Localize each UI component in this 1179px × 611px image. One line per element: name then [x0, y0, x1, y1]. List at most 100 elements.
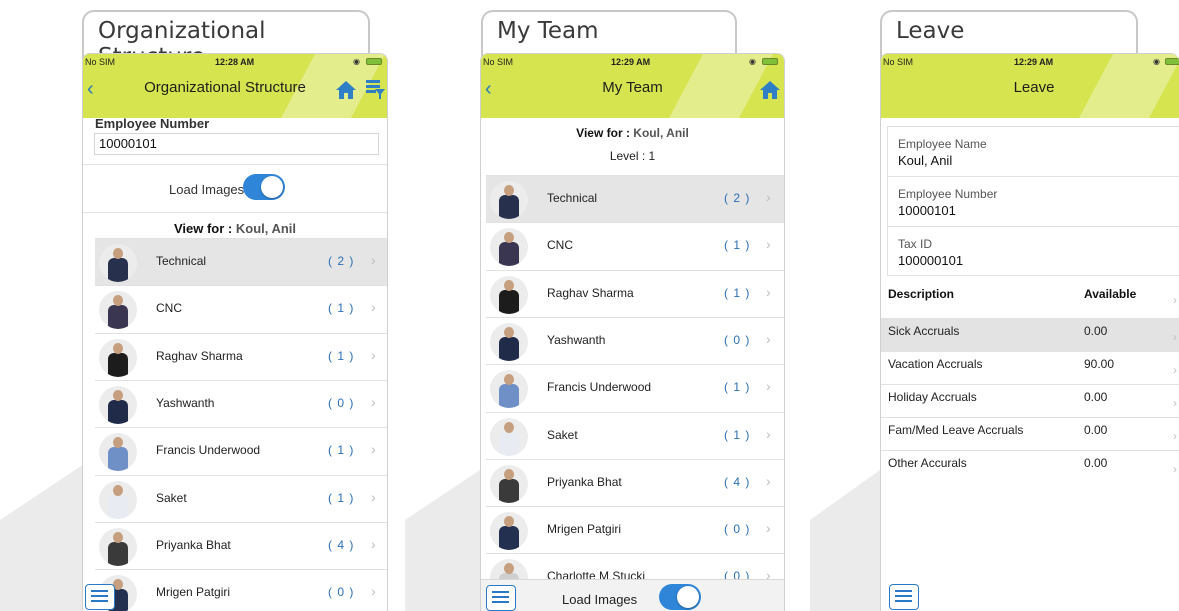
load-images-toggle[interactable] — [243, 174, 285, 200]
view-for-label: View for : — [576, 126, 630, 140]
employee-number-label: Employee Number — [898, 187, 998, 201]
status-time: 12:29 AM — [1014, 57, 1054, 67]
employee-name: Saket — [156, 490, 187, 505]
home-icon[interactable] — [759, 80, 781, 100]
avatar — [99, 338, 137, 377]
leave-description: Sick Accruals — [888, 324, 960, 338]
report-count: ( 1 ) — [724, 285, 751, 300]
tax-id-label: Tax ID — [898, 237, 933, 251]
menu-line — [91, 600, 108, 602]
leave-available: 0.00 — [1084, 456, 1108, 470]
menu-line — [895, 590, 912, 592]
chevron-right-icon: › — [371, 488, 376, 505]
list-item[interactable]: Technical ( 2 ) › — [95, 238, 387, 285]
load-images-toggle[interactable] — [659, 584, 701, 610]
report-count: ( 2 ) — [724, 191, 751, 205]
phone-leave: No SIM 12:29 AM ◉ Leave Employee Name Ko… — [880, 53, 1179, 611]
list-item[interactable]: Raghav Sharma ( 1 ) › — [95, 332, 387, 380]
leave-available: 0.00 — [1084, 390, 1108, 404]
chevron-right-icon: › — [371, 583, 376, 600]
avatar — [490, 228, 528, 267]
avatar — [490, 464, 528, 503]
list-item[interactable]: CNC ( 1 ) › — [486, 222, 784, 270]
leave-available: 0.00 — [1084, 423, 1108, 437]
avatar — [99, 244, 137, 282]
employee-name: Mrigen Patgiri — [547, 522, 622, 537]
home-icon[interactable] — [335, 80, 357, 100]
avatar — [99, 385, 137, 424]
employee-name: CNC — [156, 301, 182, 316]
avatar-body — [108, 494, 128, 519]
employee-number-input[interactable]: 10000101 — [94, 133, 379, 155]
list-item[interactable]: Yashwanth ( 0 ) › — [95, 379, 387, 427]
toggle-knob — [261, 176, 283, 198]
chevron-right-icon: › — [766, 425, 771, 442]
report-count: ( 1 ) — [328, 301, 355, 316]
report-count: ( 0 ) — [724, 522, 751, 537]
avatar — [490, 181, 528, 219]
panel-title-text: My Team — [497, 18, 599, 44]
list-item[interactable]: CNC ( 1 ) › — [95, 285, 387, 333]
chevron-right-icon: › — [1173, 429, 1177, 443]
leave-row[interactable]: Fam/Med Leave Accruals 0.00 › — [881, 417, 1179, 450]
avatar-body — [499, 336, 519, 361]
avatar-head — [504, 326, 514, 338]
avatar-head — [504, 468, 514, 480]
employee-info-card: Employee Name Koul, Anil Employee Number… — [887, 126, 1179, 276]
menu-button[interactable] — [889, 584, 919, 610]
chevron-right-icon: › — [766, 330, 771, 347]
report-count: ( 1 ) — [724, 238, 751, 253]
chevron-right-icon: › — [766, 378, 771, 395]
employee-name: Raghav Sharma — [547, 285, 634, 300]
status-time: 12:29 AM — [611, 57, 651, 67]
list-item[interactable]: Saket ( 1 ) › — [486, 411, 784, 459]
list-item[interactable]: Yashwanth ( 0 ) › — [486, 316, 784, 364]
chevron-right-icon: › — [371, 441, 376, 458]
report-count: ( 4 ) — [724, 474, 751, 489]
chevron-right-icon: › — [1173, 363, 1177, 377]
back-chevron-icon[interactable]: ‹ — [87, 78, 94, 101]
report-count: ( 0 ) — [328, 395, 355, 410]
bottom-bar: Load Images — [481, 579, 784, 611]
toggle-knob — [677, 586, 699, 608]
list-item[interactable]: Raghav Sharma ( 1 ) › — [486, 269, 784, 317]
view-for-name: Koul, Anil — [633, 126, 689, 140]
screen-title: Organizational Structure — [144, 79, 306, 96]
app-header: No SIM 12:29 AM ◉ ‹ My Team — [481, 54, 784, 118]
list-item[interactable]: Priyanka Bhat ( 4 ) › — [486, 458, 784, 506]
report-count: ( 0 ) — [328, 585, 355, 600]
avatar — [99, 291, 137, 330]
list-item[interactable]: Mrigen Patgiri ( 0 ) › — [95, 569, 387, 611]
employee-name: Saket — [547, 427, 578, 442]
list-item[interactable]: Saket ( 1 ) › — [95, 474, 387, 522]
list-item[interactable]: Mrigen Patgiri ( 0 ) › — [486, 506, 784, 554]
avatar-body — [108, 399, 128, 424]
avatar-head — [113, 342, 123, 354]
menu-button[interactable] — [85, 584, 115, 610]
menu-line — [895, 600, 912, 602]
status-orientation-icon: ◉ — [353, 57, 360, 66]
chevron-right-icon: › — [766, 472, 771, 489]
panel-title-text: Leave — [896, 18, 965, 44]
filter-list-icon[interactable] — [365, 78, 385, 100]
menu-line — [91, 590, 108, 592]
status-time: 12:28 AM — [215, 57, 255, 67]
leave-row[interactable]: Holiday Accruals 0.00 › — [881, 384, 1179, 417]
available-header: Available — [1084, 287, 1137, 301]
leave-available: 0.00 — [1084, 324, 1108, 338]
leave-row[interactable]: Other Accurals 0.00 › — [881, 450, 1179, 483]
phone-my-team: No SIM 12:29 AM ◉ ‹ My Team View for : K… — [480, 53, 785, 611]
list-item[interactable]: Priyanka Bhat ( 4 ) › — [95, 521, 387, 569]
avatar-head — [504, 421, 514, 433]
list-item[interactable]: Technical ( 2 ) › — [486, 175, 784, 222]
list-item[interactable]: Francis Underwood ( 1 ) › — [486, 364, 784, 412]
leave-available: 90.00 — [1084, 357, 1115, 371]
leave-description: Other Accurals — [888, 456, 967, 470]
list-item[interactable]: Francis Underwood ( 1 ) › — [95, 427, 387, 475]
leave-row[interactable]: Vacation Accruals 90.00 › — [881, 351, 1179, 384]
screen-title: Leave — [1013, 79, 1055, 96]
menu-button[interactable] — [486, 585, 516, 611]
leave-row[interactable]: Sick Accruals 0.00 › — [881, 318, 1179, 351]
avatar — [99, 527, 137, 566]
battery-icon — [762, 58, 778, 65]
